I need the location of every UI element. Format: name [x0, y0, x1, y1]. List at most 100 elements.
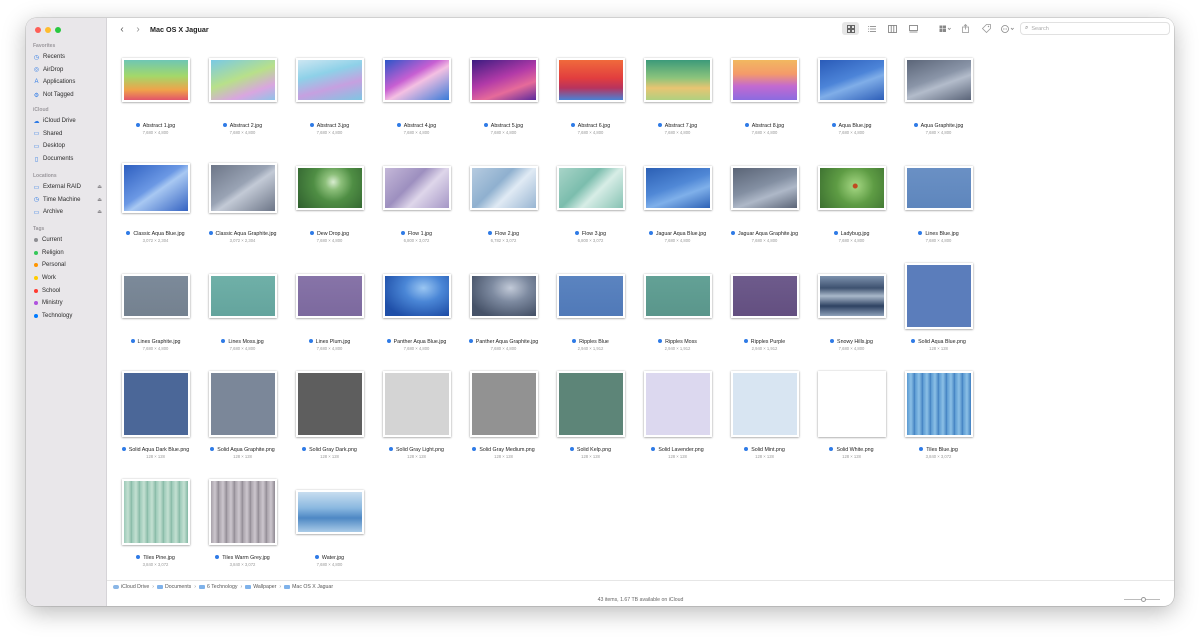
file-item[interactable]: Ripples Blue 2,940 × 1,912	[547, 256, 634, 356]
file-thumbnail[interactable]	[295, 58, 364, 102]
file-thumbnail[interactable]	[382, 371, 451, 437]
file-thumbnail[interactable]	[382, 274, 451, 318]
file-item[interactable]: Solid Gray Dark.png 128 × 128	[286, 364, 373, 464]
slider-knob[interactable]	[1141, 597, 1147, 602]
file-thumbnail[interactable]	[295, 371, 364, 437]
file-item[interactable]: Panther Aqua Graphite.jpg 7,680 × 4,800	[460, 256, 547, 356]
sidebar-item-not-tagged[interactable]: ⚙ Not Tagged	[33, 89, 102, 102]
file-name[interactable]: Lines Plum.jpg	[286, 339, 373, 345]
file-name[interactable]: Water.jpg	[286, 555, 373, 561]
file-name[interactable]: Panther Aqua Graphite.jpg	[460, 339, 547, 345]
file-name[interactable]: Tiles Pine.jpg	[112, 555, 199, 561]
file-name[interactable]: Flow 1.jpg	[373, 231, 460, 237]
file-thumbnail[interactable]	[904, 58, 973, 102]
search-field[interactable]: ⌕ Search	[1020, 22, 1170, 35]
file-name[interactable]: Classic Aqua Graphite.jpg	[199, 231, 286, 237]
file-name[interactable]: Solid Gray Light.png	[373, 447, 460, 453]
file-thumbnail[interactable]	[904, 371, 973, 437]
file-name[interactable]: Abstract 6.jpg	[547, 123, 634, 129]
file-thumbnail[interactable]	[556, 274, 625, 318]
file-thumbnail[interactable]	[121, 371, 190, 437]
file-name[interactable]: Abstract 8.jpg	[721, 123, 808, 129]
file-item[interactable]: Abstract 5.jpg 7,680 × 4,800	[460, 40, 547, 140]
file-name[interactable]: Ladybug.jpg	[808, 231, 895, 237]
file-item[interactable]: Lines Blue.jpg 7,680 × 4,800	[895, 148, 982, 248]
sidebar-item-shared[interactable]: ▭ Shared	[33, 128, 102, 141]
eject-icon[interactable]: ⏏	[97, 209, 102, 215]
file-name[interactable]: Solid Aqua Blue.png	[895, 339, 982, 345]
sidebar-item-documents[interactable]: ▯ Documents	[33, 153, 102, 166]
file-thumbnail[interactable]	[817, 371, 886, 437]
file-name[interactable]: Solid Gray Medium.png	[460, 447, 547, 453]
close-window-button[interactable]	[35, 27, 41, 33]
file-thumbnail[interactable]	[382, 166, 451, 210]
file-item[interactable]: Classic Aqua Graphite.jpg 3,072 × 2,304	[199, 148, 286, 248]
file-item[interactable]: Solid Gray Medium.png 128 × 128	[460, 364, 547, 464]
file-item[interactable]: Tiles Warm Grey.jpg 3,840 × 3,072	[199, 472, 286, 572]
file-name[interactable]: Aqua Graphite.jpg	[895, 123, 982, 129]
file-name[interactable]: Tiles Blue.jpg	[895, 447, 982, 453]
file-name[interactable]: Solid Gray Dark.png	[286, 447, 373, 453]
file-name[interactable]: Jaguar Aqua Graphite.jpg	[721, 231, 808, 237]
file-thumbnail[interactable]	[121, 274, 190, 318]
file-thumbnail[interactable]	[556, 58, 625, 102]
forward-button[interactable]: ›	[130, 24, 146, 35]
file-thumbnail[interactable]	[208, 58, 277, 102]
file-name[interactable]: Ripples Moss	[634, 339, 721, 345]
file-thumbnail[interactable]	[817, 58, 886, 102]
file-name[interactable]: Abstract 5.jpg	[460, 123, 547, 129]
file-name[interactable]: Flow 3.jpg	[547, 231, 634, 237]
sidebar-item-recents[interactable]: ◷ Recents	[33, 51, 102, 64]
file-item[interactable]: Water.jpg 7,680 × 4,800	[286, 472, 373, 572]
icon-view-button[interactable]	[842, 22, 859, 35]
file-thumbnail[interactable]	[904, 263, 973, 329]
zoom-window-button[interactable]	[55, 27, 61, 33]
sidebar-item-technology[interactable]: Technology	[33, 310, 102, 323]
group-by-button[interactable]	[936, 22, 953, 35]
file-thumbnail[interactable]	[295, 490, 364, 534]
file-item[interactable]: Jaguar Aqua Blue.jpg 7,680 × 4,800	[634, 148, 721, 248]
file-thumbnail[interactable]	[643, 166, 712, 210]
minimize-window-button[interactable]	[45, 27, 51, 33]
file-thumbnail[interactable]	[208, 479, 277, 545]
file-thumbnail[interactable]	[817, 274, 886, 318]
file-item[interactable]: Abstract 7.jpg 7,680 × 4,800	[634, 40, 721, 140]
file-thumbnail[interactable]	[556, 166, 625, 210]
file-name[interactable]: Snowy Hills.jpg	[808, 339, 895, 345]
file-item[interactable]: Abstract 8.jpg 7,680 × 4,800	[721, 40, 808, 140]
file-thumbnail[interactable]	[121, 163, 190, 213]
sidebar-item-current[interactable]: Current	[33, 234, 102, 247]
file-thumbnail[interactable]	[208, 371, 277, 437]
file-item[interactable]: Abstract 1.jpg 7,680 × 4,800	[112, 40, 199, 140]
file-thumbnail[interactable]	[730, 58, 799, 102]
file-item[interactable]: Solid Kelp.png 128 × 128	[547, 364, 634, 464]
file-thumbnail[interactable]	[643, 371, 712, 437]
file-thumbnail[interactable]	[295, 166, 364, 210]
file-item[interactable]: Solid Aqua Dark Blue.png 128 × 128	[112, 364, 199, 464]
breadcrumb-item[interactable]: 6 Technology	[198, 584, 237, 590]
file-name[interactable]: Lines Blue.jpg	[895, 231, 982, 237]
file-name[interactable]: Solid Aqua Graphite.png	[199, 447, 286, 453]
file-item[interactable]: Ripples Purple 2,940 × 1,912	[721, 256, 808, 356]
file-thumbnail[interactable]	[643, 274, 712, 318]
file-name[interactable]: Abstract 7.jpg	[634, 123, 721, 129]
file-item[interactable]: Tiles Blue.jpg 3,840 × 3,072	[895, 364, 982, 464]
sidebar-item-archive[interactable]: ▭ Archive ⏏	[33, 206, 102, 219]
file-thumbnail[interactable]	[208, 274, 277, 318]
file-name[interactable]: Dew Drop.jpg	[286, 231, 373, 237]
file-thumbnail[interactable]	[730, 274, 799, 318]
file-item[interactable]: Solid Lavender.png 128 × 128	[634, 364, 721, 464]
file-item[interactable]: Abstract 2.jpg 7,680 × 4,800	[199, 40, 286, 140]
file-name[interactable]: Lines Moss.jpg	[199, 339, 286, 345]
sidebar-heading[interactable]: iCloud	[33, 106, 102, 115]
file-thumbnail[interactable]	[643, 58, 712, 102]
breadcrumb-item[interactable]: iCloud Drive	[113, 584, 149, 590]
file-name[interactable]: Flow 2.jpg	[460, 231, 547, 237]
file-name[interactable]: Classic Aqua Blue.jpg	[112, 231, 199, 237]
file-name[interactable]: Ripples Purple	[721, 339, 808, 345]
file-item[interactable]: Solid Aqua Graphite.png 128 × 128	[199, 364, 286, 464]
file-item[interactable]: Lines Plum.jpg 7,680 × 4,800	[286, 256, 373, 356]
sidebar-item-icloud-drive[interactable]: ☁ iCloud Drive	[33, 115, 102, 128]
file-item[interactable]: Classic Aqua Blue.jpg 3,072 × 2,304	[112, 148, 199, 248]
breadcrumb-item[interactable]: Documents	[157, 584, 191, 590]
